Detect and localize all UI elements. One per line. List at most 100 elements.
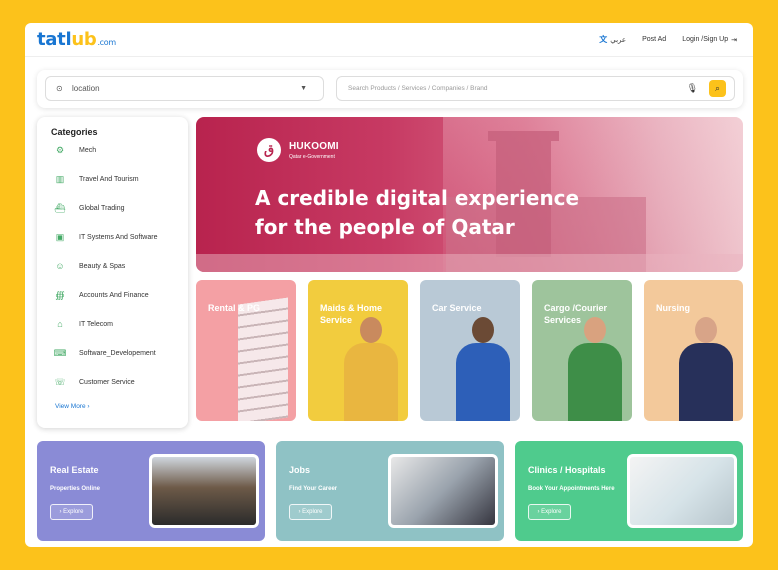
category-item[interactable]: ▥ Travel And Tourism [51, 171, 139, 187]
categories-title: Categories [51, 127, 98, 137]
tile-car-service[interactable]: Car Service [420, 280, 520, 421]
explore-label: Explore [302, 509, 323, 515]
courier-image [564, 317, 626, 421]
hero-ground [196, 254, 743, 272]
search-placeholder: Search Products / Services / Companies /… [348, 85, 488, 92]
banner-subtitle: Find Your Career [289, 486, 338, 492]
headset-icon: ☏ [54, 376, 66, 387]
post-ad-link[interactable]: Post Ad [642, 36, 666, 43]
person-body [456, 343, 510, 421]
mechanic-image [452, 317, 514, 421]
language-label: عربي [610, 36, 627, 44]
banner-subtitle: Properties Online [50, 486, 101, 492]
category-label: Customer Service [79, 378, 135, 386]
chip-icon: ▣ [55, 231, 65, 242]
person-head [472, 317, 494, 343]
banner-title: Real Estate [50, 465, 99, 475]
hukoomi-logo-icon: ق [257, 138, 281, 162]
tile-maids[interactable]: Maids & Home Service [308, 280, 408, 421]
tile-nursing[interactable]: Nursing [644, 280, 743, 421]
person-body [568, 343, 622, 421]
categories-panel: Categories ⚙ Mech ▥ Travel And Tourism ⛴ Gl… [37, 117, 188, 428]
category-label: Accounts And Finance [79, 291, 149, 299]
face-icon: ☺ [55, 261, 65, 271]
banner-real-estate[interactable]: Real Estate Properties Online › Explore [37, 441, 265, 541]
banner-title: Jobs [289, 465, 311, 475]
explore-button[interactable]: › Explore [528, 504, 571, 520]
doctor-image [627, 454, 737, 528]
hero-brand: HUKOOMI [289, 141, 339, 152]
hero-headline-line1: A credible digital experience [255, 186, 580, 210]
app-frame: tatlub.com 文 عربي Post Ad Login /Sign Up ⇥… [25, 23, 753, 547]
tile-label: Nursing [656, 303, 691, 313]
tile-rental-pg[interactable]: Rental & PG [196, 280, 296, 421]
location-pin-icon: ⊙ [56, 84, 63, 93]
search-input[interactable]: Search Products / Services / Companies /… [336, 76, 735, 101]
category-label: IT Telecom [79, 320, 113, 328]
chevron-down-icon: ▼ [300, 85, 307, 92]
banner-clinics[interactable]: Clinics / Hospitals Book Your Appointmen… [515, 441, 743, 541]
building-image [238, 297, 288, 421]
logo-text: tatl [37, 29, 72, 50]
banner-title: Clinics / Hospitals [528, 465, 606, 475]
top-nav: 文 عربي Post Ad Login /Sign Up ⇥ [599, 34, 737, 45]
person-body [679, 343, 733, 421]
jobs-image [388, 454, 498, 528]
chevron-right-icon: › [87, 403, 90, 410]
category-item[interactable]: ∰ Accounts And Finance [51, 287, 149, 303]
tower-icon: ⌂ [57, 319, 63, 329]
person-head [695, 317, 717, 343]
gear-icon: ⚙ [55, 144, 65, 155]
category-item[interactable]: ⌂ IT Telecom [51, 316, 113, 332]
hero-headline-line2: for the people of Qatar [255, 215, 515, 239]
language-switch[interactable]: 文 عربي [599, 34, 626, 45]
explore-button[interactable]: › Explore [50, 504, 93, 520]
person-body [344, 343, 398, 421]
category-label: Travel And Tourism [79, 175, 139, 183]
ship-icon: ⛴ [54, 202, 66, 213]
banner-jobs[interactable]: Jobs Find Your Career › Explore [276, 441, 504, 541]
category-label: IT Systems And Software [79, 233, 158, 241]
tile-cargo-courier[interactable]: Cargo /Courier Services [532, 280, 632, 421]
language-icon: 文 [599, 35, 608, 44]
category-item[interactable]: ☏ Customer Service [51, 374, 135, 390]
banner-subtitle: Book Your Appointments Here [528, 486, 615, 492]
location-select[interactable]: ⊙ location ▼ [45, 76, 324, 101]
category-item[interactable]: ☺ Beauty & Spas [51, 258, 125, 274]
login-icon: ⇥ [731, 36, 737, 44]
search-bar: ⊙ location ▼ Search Products / Services … [37, 70, 743, 108]
login-label: Login /Sign Up [682, 36, 729, 43]
category-item[interactable]: ⛴ Global Trading [51, 200, 125, 216]
building-icon: ▥ [55, 173, 65, 184]
logo-suffix: .com [97, 38, 116, 47]
tile-label: Maids & Home Service [320, 303, 383, 325]
login-link[interactable]: Login /Sign Up ⇥ [682, 36, 737, 44]
microphone-icon[interactable]: 🎙 [687, 77, 698, 100]
category-item[interactable]: ⚙ Mech [51, 142, 96, 158]
hero-banner[interactable]: ق HUKOOMI Qatar e-Government A credible … [196, 117, 743, 272]
explore-button[interactable]: › Explore [289, 504, 332, 520]
category-item[interactable]: ▣ IT Systems And Software [51, 229, 158, 245]
category-label: Mech [79, 146, 97, 154]
view-more-label: View More [55, 403, 86, 410]
category-label: Global Trading [79, 204, 125, 212]
logo[interactable]: tatlub.com [37, 29, 116, 50]
explore-label: Explore [541, 509, 562, 515]
nurse-image [675, 317, 737, 421]
tile-label: Cargo /Courier Services [544, 303, 608, 325]
house-image [149, 454, 259, 528]
category-label: Beauty & Spas [79, 262, 126, 270]
code-icon: ⌨ [53, 347, 67, 358]
view-more-link[interactable]: View More › [55, 403, 90, 410]
top-bar: tatlub.com 文 عربي Post Ad Login /Sign Up ⇥ [25, 23, 753, 57]
finance-icon: ∰ [55, 289, 65, 300]
search-button[interactable]: ⌕ [709, 80, 726, 97]
hero-brand-sub: Qatar e-Government [289, 154, 335, 160]
tile-label: Car Service [432, 303, 482, 313]
category-item[interactable]: ⌨ Software_Developement [51, 345, 156, 361]
logo-accent: ub [71, 29, 97, 50]
location-placeholder: location [72, 84, 100, 93]
hero-headline: A credible digital experience for the peo… [255, 184, 579, 242]
tile-label: Rental & PG [208, 303, 261, 313]
search-icon: ⌕ [714, 83, 721, 93]
